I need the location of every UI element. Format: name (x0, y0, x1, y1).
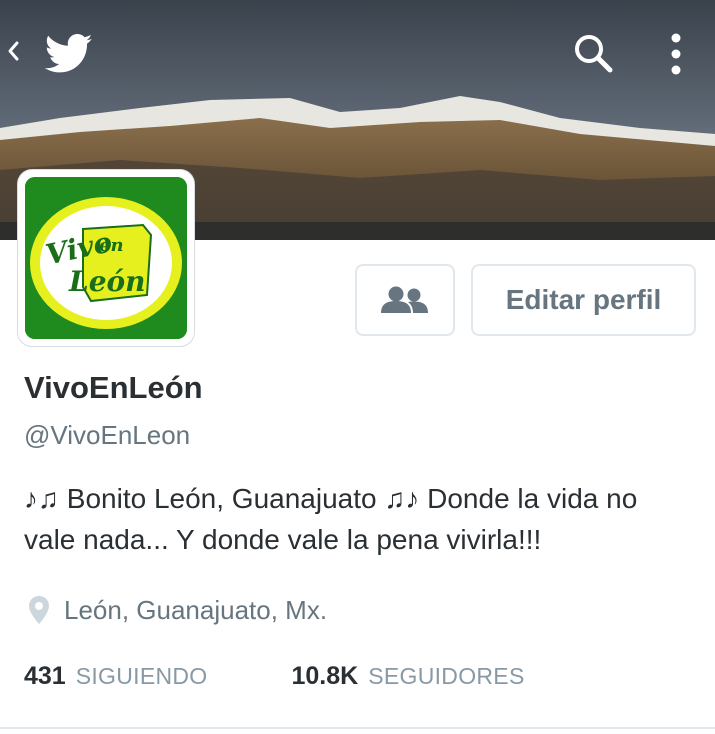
search-icon (575, 35, 613, 73)
twitter-bird-icon (44, 34, 93, 73)
profile-stats: 431 SIGUIENDO 10.8K SEGUIDORES (24, 658, 525, 694)
more-vertical-icon (671, 33, 681, 75)
twitter-logo[interactable] (44, 34, 96, 78)
profile-handle: @VivoEnLeon (24, 420, 191, 450)
vivoenleon-logo: Vivo en León (25, 177, 187, 339)
avatar[interactable]: Vivo en León (18, 170, 194, 346)
profile-name: VivoEnLeón (24, 370, 203, 405)
followers-you-know-button[interactable] (355, 264, 455, 336)
search-button[interactable] (572, 32, 620, 80)
following-count: 431 (24, 661, 66, 690)
location-pin-icon (29, 596, 49, 624)
logo-text-leon: León (68, 265, 146, 298)
followers-label: SEGUIDORES (368, 662, 525, 689)
chevron-left-icon (8, 41, 19, 61)
edit-profile-button[interactable]: Editar perfil (471, 264, 696, 336)
location-text: León, Guanajuato, Mx. (64, 594, 328, 625)
followers-stat[interactable]: 10.8K SEGUIDORES (292, 662, 525, 691)
profile-bio: ♪♫ Bonito León, Guanajuato ♫♪ Donde la v… (24, 483, 638, 555)
back-button[interactable] (6, 40, 30, 72)
edit-profile-label: Editar perfil (505, 284, 662, 315)
logo-text-en: en (99, 235, 124, 256)
profile-location: León, Guanajuato, Mx. (24, 592, 327, 628)
following-stat[interactable]: 431 SIGUIENDO (24, 662, 208, 691)
people-icon (381, 286, 428, 313)
more-options-button[interactable] (670, 32, 702, 80)
avatar-image: Vivo en León (25, 177, 187, 339)
following-label: SIGUIENDO (75, 662, 208, 689)
followers-count: 10.8K (291, 661, 359, 690)
divider (0, 727, 715, 729)
